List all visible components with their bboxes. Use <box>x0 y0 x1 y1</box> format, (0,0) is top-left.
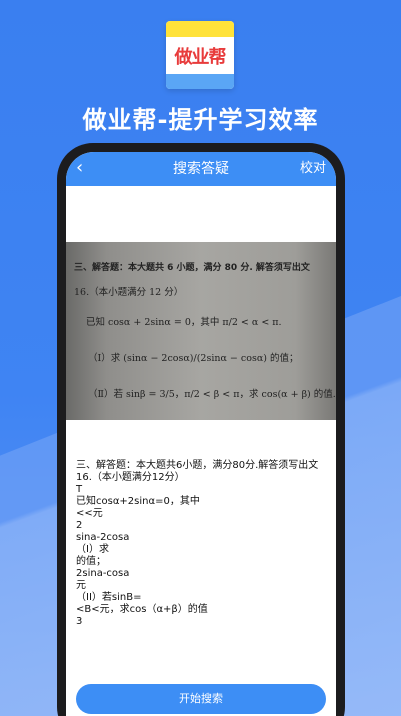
photo-line: （Ⅰ）求 (sinα − 2cosα)/(2sinα − cosα) 的值； <box>88 353 299 364</box>
ocr-line: 的值； <box>76 556 106 567</box>
ocr-result-text: 三、解答题：本大题共6小题，满分80分.解答须写出文 16.（本小题满分12分）… <box>76 460 326 628</box>
ocr-line: 元 <box>76 580 86 591</box>
proofread-button[interactable]: 校对 <box>300 159 326 179</box>
logo-yellow-stripe <box>166 21 234 37</box>
photo-line: 16.（本小题满分 12 分） <box>74 287 184 298</box>
ocr-line: 2sina-cosa <box>76 568 130 579</box>
ocr-line: 2 <box>76 520 83 531</box>
logo-blue-stripe <box>166 74 234 89</box>
phone-screen: ‹ 搜索答疑 校对 三、解答题：本大题共 6 小题，满分 80 分. 解答须写出… <box>66 152 336 716</box>
ocr-line: <<元 <box>76 508 103 519</box>
logo-text: 做业帮 <box>174 47 227 68</box>
ocr-line: 三、解答题：本大题共6小题，满分80分.解答须写出文 <box>76 460 319 471</box>
nav-bar: ‹ 搜索答疑 校对 <box>66 152 336 186</box>
ocr-line: <B<元，求cos（α+β）的值 <box>76 604 208 615</box>
ocr-line: sina-2cosa <box>76 532 130 543</box>
page-title: 搜索答疑 <box>173 161 229 177</box>
photo-line: （Ⅱ）若 sinβ = 3/5，π/2 < β < π，求 cos(α + β)… <box>88 389 336 400</box>
ocr-line: 已知cosα+2sinα=0，其中 <box>76 496 200 507</box>
start-search-button[interactable]: 开始搜索 <box>76 684 326 714</box>
ocr-line: （II）若sinB= <box>76 592 142 603</box>
question-photo: 三、解答题：本大题共 6 小题，满分 80 分. 解答须写出文 16.（本小题满… <box>66 242 336 420</box>
photo-line: 已知 cosα + 2sinα = 0，其中 π/2 < α < π. <box>86 317 282 328</box>
ocr-line: 16.（本小题满分12分） <box>76 472 185 483</box>
photo-line: 三、解答题：本大题共 6 小题，满分 80 分. 解答须写出文 <box>74 263 310 273</box>
ocr-line: 3 <box>76 616 83 627</box>
ocr-line: T <box>76 484 83 495</box>
app-logo: 做业帮 <box>166 21 234 89</box>
ocr-line: （I）求 <box>76 544 109 555</box>
tagline: 做业帮-提升学习效率 <box>82 106 319 134</box>
